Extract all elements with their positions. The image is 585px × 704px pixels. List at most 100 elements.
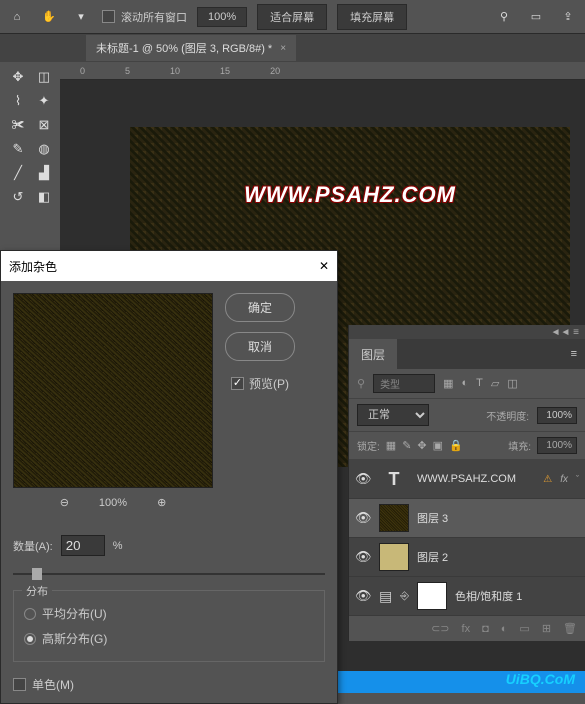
- monochrome-label: 单色(M): [32, 676, 74, 693]
- blend-mode-select[interactable]: 正常: [357, 404, 429, 426]
- layers-tab[interactable]: 图层: [349, 339, 397, 370]
- ok-button[interactable]: 确定: [225, 293, 295, 322]
- panel-collapse-bar[interactable]: ◄◄ ≡: [349, 325, 585, 339]
- document-tab[interactable]: 未标题-1 @ 50% (图层 3, RGB/8#) * ×: [86, 35, 296, 61]
- frame-tool[interactable]: ⊠: [32, 114, 56, 136]
- amount-unit: %: [113, 540, 123, 552]
- zoom-value[interactable]: 100%: [197, 7, 247, 27]
- checkbox-icon: [13, 678, 26, 691]
- arrange-icon[interactable]: ▭: [525, 6, 547, 28]
- lock-all-icon[interactable]: 🔒: [449, 439, 463, 452]
- layer-thumb: [379, 504, 409, 532]
- hand-tool-icon[interactable]: ✋: [38, 6, 60, 28]
- lock-pixels-icon[interactable]: ✎: [402, 439, 411, 452]
- filter-smart-icon[interactable]: ◫: [507, 377, 517, 390]
- scroll-all-label: 滚动所有窗口: [121, 9, 187, 25]
- visibility-icon[interactable]: 👁: [355, 588, 371, 604]
- noise-preview: [13, 293, 213, 488]
- dialog-title: 添加杂色: [9, 258, 57, 275]
- share-icon[interactable]: ⇪: [557, 6, 579, 28]
- tools-panel: ✥ ◫ ⌇ ✦ ✀ ⊠ ✎ ◍ ╱ ▟ ↺ ◧: [4, 64, 56, 210]
- brush-tool[interactable]: ╱: [6, 162, 30, 184]
- filter-adjust-icon[interactable]: ◐: [461, 377, 468, 390]
- filter-pixel-icon[interactable]: ▦: [443, 377, 453, 390]
- healing-tool[interactable]: ◍: [32, 138, 56, 160]
- warning-icon: ⚠: [543, 474, 552, 485]
- lock-transparent-icon[interactable]: ▦: [386, 439, 396, 452]
- new-layer-icon[interactable]: ⊞: [542, 622, 551, 635]
- lock-position-icon[interactable]: ✥: [417, 439, 426, 452]
- group-icon[interactable]: ▭: [519, 622, 529, 635]
- layer-filter-row: ⚲ ▦ ◐ T ▱ ◫: [349, 369, 585, 399]
- visibility-icon[interactable]: 👁: [355, 471, 371, 487]
- lock-row: 锁定: ▦ ✎ ✥ ▣ 🔒 填充: 100%: [349, 432, 585, 460]
- checkbox-icon: [231, 377, 244, 390]
- opacity-label: 不透明度:: [486, 408, 529, 423]
- delete-layer-icon[interactable]: 🗑: [563, 622, 577, 635]
- filter-type-icon[interactable]: T: [476, 377, 483, 390]
- layer-name: 图层 3: [417, 510, 579, 526]
- eraser-tool[interactable]: ◧: [32, 186, 56, 208]
- gaussian-radio[interactable]: 高斯分布(G): [24, 626, 314, 651]
- history-brush-tool[interactable]: ↺: [6, 186, 30, 208]
- amount-input[interactable]: [61, 535, 105, 556]
- stamp-tool[interactable]: ▟: [32, 162, 56, 184]
- ruler-horizontal: 0 5 10 15 20: [60, 62, 585, 80]
- layer-thumb: [379, 543, 409, 571]
- dropdown-icon[interactable]: ▾: [70, 6, 92, 28]
- layer-row[interactable]: 👁 ▤ ⎆ 色相/饱和度 1: [349, 577, 585, 616]
- opacity-input[interactable]: 100%: [537, 407, 577, 424]
- amount-slider[interactable]: [13, 566, 325, 582]
- scroll-all-checkbox[interactable]: 滚动所有窗口: [102, 9, 187, 25]
- uniform-radio[interactable]: 平均分布(U): [24, 601, 314, 626]
- visibility-icon[interactable]: 👁: [355, 510, 371, 526]
- layer-row[interactable]: 👁 图层 3: [349, 499, 585, 538]
- watermark: UiBQ.CoM: [506, 671, 575, 687]
- fill-label: 填充:: [508, 438, 531, 453]
- chevron-down-icon[interactable]: ˇ: [576, 474, 579, 484]
- filter-kind-select[interactable]: [373, 374, 435, 393]
- add-noise-dialog: 添加杂色 ✕ ⊖ 100% ⊕ 确定 取消 预览(P) 数量(A): %: [0, 250, 338, 704]
- fill-input[interactable]: 100%: [537, 437, 577, 454]
- fit-screen-button[interactable]: 适合屏幕: [257, 4, 327, 30]
- document-title: 未标题-1 @ 50% (图层 3, RGB/8#) *: [96, 40, 272, 56]
- preview-checkbox[interactable]: 预览(P): [231, 375, 289, 392]
- slider-thumb[interactable]: [32, 568, 42, 580]
- filter-shape-icon[interactable]: ▱: [491, 377, 499, 390]
- panel-menu-icon[interactable]: ≡: [563, 348, 585, 360]
- zoom-out-icon[interactable]: ⊖: [60, 496, 69, 509]
- close-icon[interactable]: ✕: [319, 259, 329, 273]
- layer-row[interactable]: 👁 T WWW.PSAHZ.COM ⚠ fx ˇ: [349, 460, 585, 499]
- link-layers-icon[interactable]: ⊂⊃: [431, 622, 449, 635]
- visibility-icon[interactable]: 👁: [355, 549, 371, 565]
- layer-thumb-text: T: [379, 465, 409, 493]
- preview-label: 预览(P): [249, 375, 289, 392]
- gaussian-label: 高斯分布(G): [42, 630, 107, 647]
- fill-screen-button[interactable]: 填充屏幕: [337, 4, 407, 30]
- layer-mask-icon[interactable]: ◘: [482, 623, 489, 635]
- layers-panel: ◄◄ ≡ 图层 ≡ ⚲ ▦ ◐ T ▱ ◫ 正常 不透明度: 100% 锁定: …: [348, 325, 585, 641]
- eyedropper-tool[interactable]: ✎: [6, 138, 30, 160]
- layer-row[interactable]: 👁 图层 2: [349, 538, 585, 577]
- adjustment-layer-icon[interactable]: ◐: [501, 623, 508, 635]
- marquee-tool[interactable]: ◫: [32, 66, 56, 88]
- cancel-button[interactable]: 取消: [225, 332, 295, 361]
- search-icon[interactable]: ⚲: [357, 377, 365, 390]
- link-icon: ⎆: [400, 590, 409, 603]
- lock-artboard-icon[interactable]: ▣: [433, 439, 443, 452]
- fx-badge[interactable]: fx: [560, 474, 568, 485]
- close-icon[interactable]: ×: [280, 43, 286, 54]
- layer-name: 色相/饱和度 1: [455, 588, 579, 604]
- lasso-tool[interactable]: ⌇: [6, 90, 30, 112]
- home-icon[interactable]: ⌂: [6, 6, 28, 28]
- dialog-titlebar[interactable]: 添加杂色 ✕: [1, 251, 337, 281]
- zoom-in-icon[interactable]: ⊕: [157, 496, 166, 509]
- crop-tool[interactable]: ✀: [6, 114, 30, 136]
- distribution-label: 分布: [22, 583, 52, 599]
- move-tool[interactable]: ✥: [6, 66, 30, 88]
- layer-fx-icon[interactable]: fx: [462, 623, 471, 635]
- uniform-label: 平均分布(U): [42, 605, 107, 622]
- monochrome-checkbox[interactable]: 单色(M): [1, 670, 337, 703]
- magic-wand-tool[interactable]: ✦: [32, 90, 56, 112]
- search-icon[interactable]: ⚲: [493, 6, 515, 28]
